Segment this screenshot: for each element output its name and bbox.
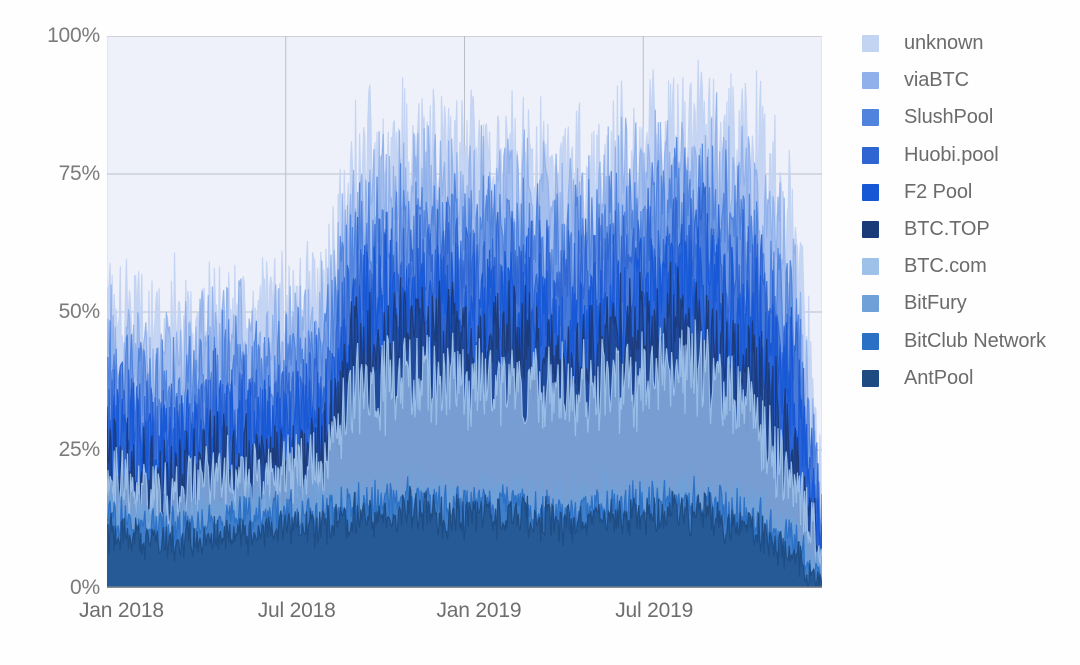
legend-item[interactable]: unknown — [862, 25, 1077, 62]
legend-item-label: BitClub Network — [904, 329, 1046, 352]
legend-item[interactable]: BitClub Network — [862, 323, 1077, 360]
legend-item-label: Huobi.pool — [904, 143, 999, 166]
legend-item[interactable]: BTC.com — [862, 248, 1077, 285]
legend-item-label: SlushPool — [904, 106, 994, 129]
legend-item[interactable]: F2 Pool — [862, 174, 1077, 211]
legend-color-swatch-icon — [862, 221, 879, 239]
chart-legend: unknown viaBTC SlushPool Huobi.pool F2 Pool B… — [862, 25, 1077, 397]
legend-item-label: viaBTC — [904, 69, 969, 92]
legend-item-label: unknown — [904, 32, 984, 55]
x-axis-tick-label: Jan 2018 — [79, 599, 164, 622]
legend-item[interactable]: BitFury — [862, 285, 1077, 322]
legend-color-swatch-icon — [862, 295, 879, 313]
chart-figure: 0% 25% 50% 75% 100% Jan 2018 Jul 2018 Jan 2019… — [0, 0, 1080, 665]
x-axis-tick-label: Jul 2019 — [615, 599, 694, 622]
x-axis-tick-label: Jan 2019 — [436, 599, 522, 622]
legend-item[interactable]: Huobi.pool — [862, 137, 1077, 174]
legend-item-label: BTC.TOP — [904, 218, 990, 241]
legend-item-label: BitFury — [904, 292, 967, 315]
legend-color-swatch-icon — [862, 72, 879, 90]
legend-item-label: BTC.com — [904, 255, 987, 278]
legend-color-swatch-icon — [862, 332, 879, 350]
legend-color-swatch-icon — [862, 109, 879, 127]
legend-color-swatch-icon — [862, 183, 879, 201]
legend-item-label: F2 Pool — [904, 180, 973, 203]
legend-item[interactable]: SlushPool — [862, 99, 1077, 136]
legend-item[interactable]: viaBTC — [862, 62, 1077, 99]
legend-color-swatch-icon — [862, 35, 879, 53]
legend-color-swatch-icon — [862, 369, 879, 387]
legend-item[interactable]: BTC.TOP — [862, 211, 1077, 248]
legend-item[interactable]: AntPool — [862, 360, 1077, 397]
legend-color-swatch-icon — [862, 146, 879, 164]
legend-item-label: AntPool — [904, 366, 974, 389]
legend-color-swatch-icon — [862, 258, 879, 276]
x-axis-tick-label: Jul 2018 — [257, 599, 336, 622]
